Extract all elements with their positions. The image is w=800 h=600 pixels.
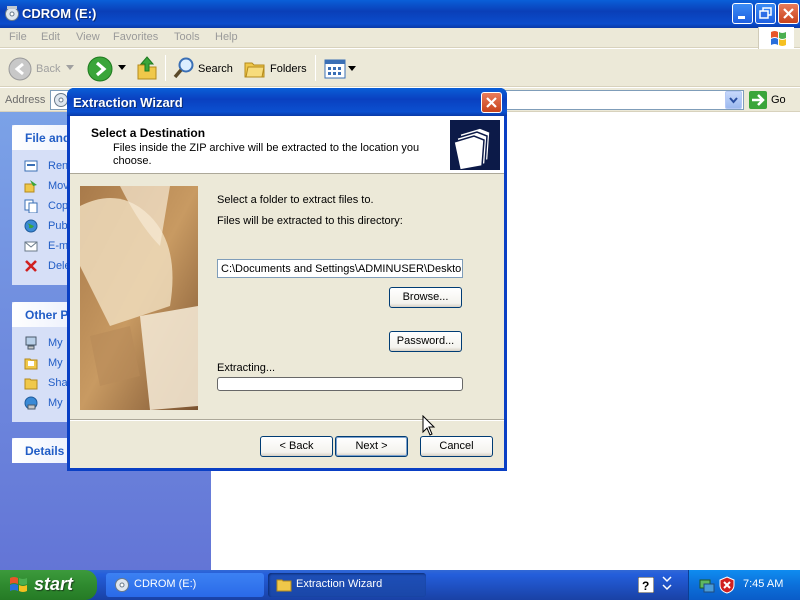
restore-icon [759,7,772,19]
dialog-titlebar[interactable]: Extraction Wizard [67,88,507,116]
up-folder-icon[interactable] [135,55,159,81]
extraction-wizard-dialog: Extraction Wizard Select a Destination F… [67,88,507,471]
close-window-button[interactable] [778,3,799,24]
wizard-step-title: Select a Destination [91,126,206,140]
details-title: Details [25,444,65,458]
menu-bar: File Edit View Favorites Tools Help [0,28,800,48]
taskbar-item-cdrom[interactable]: CDROM (E:) [106,573,264,597]
windows-logo [758,27,794,49]
mouse-cursor-icon [422,415,436,436]
password-button[interactable]: Password... [389,331,462,352]
taskbar-item-extraction-wizard[interactable]: Extraction Wizard [268,573,426,597]
browse-button[interactable]: Browse... [389,287,462,308]
go-button-label[interactable]: Go [771,94,786,106]
back-arrow-icon[interactable] [8,57,32,81]
folders-icon[interactable] [243,57,267,79]
dialog-body: Select a Destination Files inside the ZI… [70,116,504,468]
dialog-title: Extraction Wizard [73,95,183,110]
folders-button-label[interactable]: Folders [270,63,307,75]
rename-icon [24,160,38,172]
menu-favorites[interactable]: Favorites [113,31,158,43]
show-hide-arrows-icon[interactable] [660,575,674,595]
views-dropdown-icon[interactable] [348,66,356,72]
minimize-button[interactable] [732,3,753,24]
standard-toolbar: Back Search Folders [0,49,800,87]
documents-folder-icon [24,358,38,370]
address-dropdown-button[interactable] [725,91,742,109]
forward-arrow-icon[interactable] [87,56,113,82]
network-tray-icon[interactable] [699,577,715,593]
windows-flag-icon [10,577,27,592]
wizard-step-subtitle: Files inside the ZIP archive will be ext… [113,142,420,167]
cdrom-icon [115,578,129,592]
close-icon [486,97,497,108]
window-title: CDROM (E:) [22,6,97,21]
dialog-separator [70,419,504,421]
chevron-down-icon [729,97,738,104]
svg-text:?: ? [642,579,649,593]
maximize-button[interactable] [755,3,776,24]
instruction-text: Select a folder to extract files to. [217,194,374,206]
globe-icon [24,219,38,233]
network-icon [24,396,38,410]
directory-path-input[interactable]: C:\Documents and Settings\ADMINUSER\Desk… [217,259,463,278]
back-dropdown-icon[interactable] [66,65,74,71]
cancel-button[interactable]: Cancel [420,436,493,457]
clock: 7:45 AM [743,578,784,590]
wizard-header: Select a Destination Files inside the ZI… [70,116,504,174]
menu-tools[interactable]: Tools [174,31,200,43]
address-label: Address [5,94,46,106]
toolbar-separator [315,55,316,81]
directory-label: Files will be extracted to this director… [217,215,403,227]
forward-dropdown-icon[interactable] [118,65,126,71]
windows-flag-icon [771,31,786,46]
close-icon [783,8,794,19]
taskbar: start CDROM (E:) Extraction Wizard ? 7:4… [0,570,800,600]
menu-file[interactable]: File [9,31,27,43]
go-arrow-icon[interactable] [749,91,767,109]
move-icon [24,180,37,193]
directory-path-value: C:\Documents and Settings\ADMINUSER\Desk… [221,263,462,275]
extracting-label: Extracting... [217,362,276,374]
wizard-side-image [80,186,198,410]
taskbar-item-cdrom-label: CDROM (E:) [134,578,197,590]
folder-icon [276,579,292,592]
views-icon[interactable] [324,59,346,79]
menu-view[interactable]: View [76,31,100,43]
extraction-progress-bar [217,377,463,391]
copy-icon [24,199,38,213]
search-button-label[interactable]: Search [198,63,233,75]
explorer-titlebar[interactable]: CDROM (E:) [0,0,800,28]
cdrom-icon [5,6,19,21]
start-button[interactable]: start [0,570,97,600]
file-tasks-title: File and [25,131,71,145]
email-icon [24,241,38,252]
next-button[interactable]: Next > [335,436,408,457]
delete-x-icon [25,260,37,272]
back-button-label[interactable]: Back [36,63,60,75]
computer-icon [25,336,37,350]
menu-edit[interactable]: Edit [41,31,60,43]
other-places-title: Other P [25,308,69,322]
minimize-icon [738,16,745,19]
dialog-close-button[interactable] [481,92,502,113]
shared-folder-icon [24,378,38,390]
search-icon[interactable] [172,56,196,80]
start-label: start [34,574,74,594]
help-icon[interactable]: ? [638,577,654,593]
taskbar-item-extraction-wizard-label: Extraction Wizard [296,578,383,590]
toolbar-separator [165,55,166,81]
back-button[interactable]: < Back [260,436,333,457]
security-shield-icon[interactable] [719,576,735,594]
menu-help[interactable]: Help [215,31,238,43]
zip-folders-icon [450,120,500,171]
